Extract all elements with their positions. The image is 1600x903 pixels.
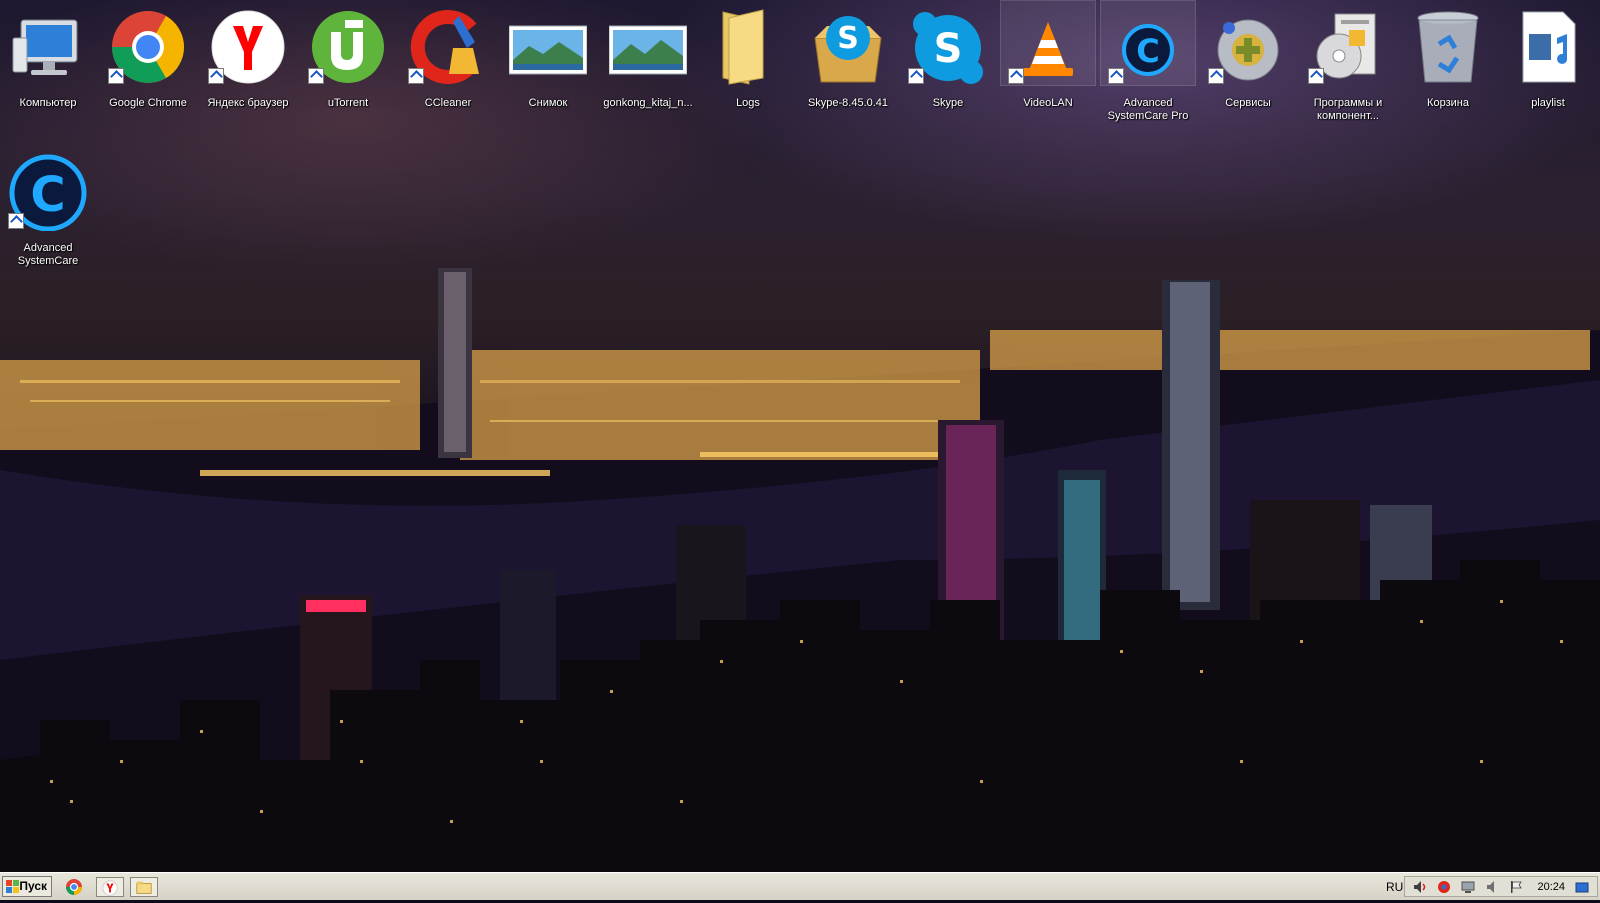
playlist-file-icon: [1509, 8, 1587, 86]
icon-label: CCleaner: [424, 97, 472, 109]
desktop-icon-gonkong-image[interactable]: gonkong_kitaj_n...: [600, 0, 696, 130]
speaker-icon[interactable]: [1485, 880, 1499, 894]
chrome-icon: [66, 879, 82, 895]
desktop-icon-recycle-bin[interactable]: Корзина: [1400, 0, 1496, 130]
shortcut-arrow-icon: [308, 68, 324, 84]
shortcut-arrow-icon: [408, 68, 424, 84]
recycle-bin-icon: [1409, 8, 1487, 86]
shortcut-arrow-icon: [908, 68, 924, 84]
windows-logo-icon: [6, 880, 19, 893]
icon-label: gonkong_kitaj_n...: [603, 97, 693, 109]
start-button[interactable]: Пуск: [2, 876, 52, 897]
svg-text:C: C: [1136, 32, 1159, 70]
icon-label: uTorrent: [327, 97, 369, 109]
computer-icon: [9, 8, 87, 86]
desktop-icon-computer[interactable]: Компьютер: [0, 0, 96, 130]
taskbar: Пуск RU 20:24: [0, 872, 1600, 900]
shortcut-arrow-icon: [1108, 68, 1124, 84]
icon-label: Skype-8.45.0.41: [807, 97, 889, 109]
monitor-icon[interactable]: [1461, 880, 1475, 894]
desktop-icon-ccleaner[interactable]: CCleaner: [400, 0, 496, 130]
icon-label: Снимок: [528, 97, 568, 109]
desktop-icon-logs-folder[interactable]: Logs: [700, 0, 796, 130]
quicklaunch-chrome[interactable]: [64, 877, 88, 897]
desktop-icon-services[interactable]: Сервисы: [1200, 0, 1296, 130]
icon-label: Logs: [736, 97, 760, 109]
icon-label: playlist: [1531, 97, 1565, 109]
system-tray: 20:24: [1404, 876, 1598, 897]
desktop-icon-utorrent[interactable]: uTorrent: [300, 0, 396, 130]
shortcut-arrow-icon: [208, 68, 224, 84]
show-desktop-icon[interactable]: [1575, 880, 1589, 894]
icon-label: Программы и компонент...: [1313, 97, 1383, 122]
quicklaunch-explorer[interactable]: [130, 877, 158, 897]
shortcut-arrow-icon: [1208, 68, 1224, 84]
desktop-icon-programs-components[interactable]: Программы и компонент...: [1300, 0, 1396, 130]
desktop-wallpaper: [0, 0, 1600, 872]
icon-label: Корзина: [1427, 97, 1469, 109]
shortcut-arrow-icon: [108, 68, 124, 84]
shortcut-arrow-icon: [1008, 68, 1024, 84]
explorer-icon: [136, 881, 152, 894]
volume-icon[interactable]: [1413, 880, 1427, 894]
desktop-icon-skype-installer[interactable]: S Skype-8.45.0.41: [800, 0, 896, 130]
network-icon[interactable]: [1437, 880, 1451, 894]
desktop-icon-advanced-systemcare-pro[interactable]: C Advanced SystemCare Pro: [1100, 0, 1196, 130]
icon-label: Яндекс браузер: [207, 97, 289, 109]
skype-installer-icon: S: [809, 8, 887, 86]
folder-icon: [709, 8, 787, 86]
desktop-icon-skype[interactable]: S Skype: [900, 0, 996, 130]
icon-label: Компьютер: [19, 97, 77, 109]
flag-icon[interactable]: [1509, 880, 1523, 894]
icon-label: VideoLAN: [1023, 97, 1073, 109]
yandex-browser-icon: [102, 880, 118, 896]
svg-text:C: C: [30, 167, 65, 223]
desktop-icon-advanced-systemcare[interactable]: C Advanced SystemCare: [0, 145, 96, 275]
clock[interactable]: 20:24: [1537, 881, 1565, 893]
desktop-icon-videolan[interactable]: VideoLAN: [1000, 0, 1096, 130]
icon-label: Google Chrome: [109, 97, 187, 109]
desktop-icon-snimok[interactable]: Снимок: [500, 0, 596, 130]
desktop-icon-yandex-browser[interactable]: Яндекс браузер: [200, 0, 296, 130]
icon-label: Сервисы: [1225, 97, 1271, 109]
city-skyline-illustration: [0, 268, 1600, 872]
image-file-icon: [608, 8, 688, 86]
start-label: Пуск: [19, 879, 47, 893]
shortcut-arrow-icon: [8, 213, 24, 229]
svg-text:S: S: [837, 21, 859, 56]
svg-text:S: S: [934, 26, 963, 72]
icon-label: Advanced SystemCare: [17, 242, 79, 267]
desktop-icon-playlist[interactable]: playlist: [1500, 0, 1596, 130]
icon-label: Skype: [932, 97, 964, 109]
shortcut-arrow-icon: [1308, 68, 1324, 84]
icon-label: Advanced SystemCare Pro: [1107, 97, 1189, 122]
quicklaunch-yandex[interactable]: [96, 877, 124, 897]
language-indicator[interactable]: RU: [1386, 880, 1403, 894]
image-file-icon: [508, 8, 588, 86]
desktop-icon-google-chrome[interactable]: Google Chrome: [100, 0, 196, 130]
